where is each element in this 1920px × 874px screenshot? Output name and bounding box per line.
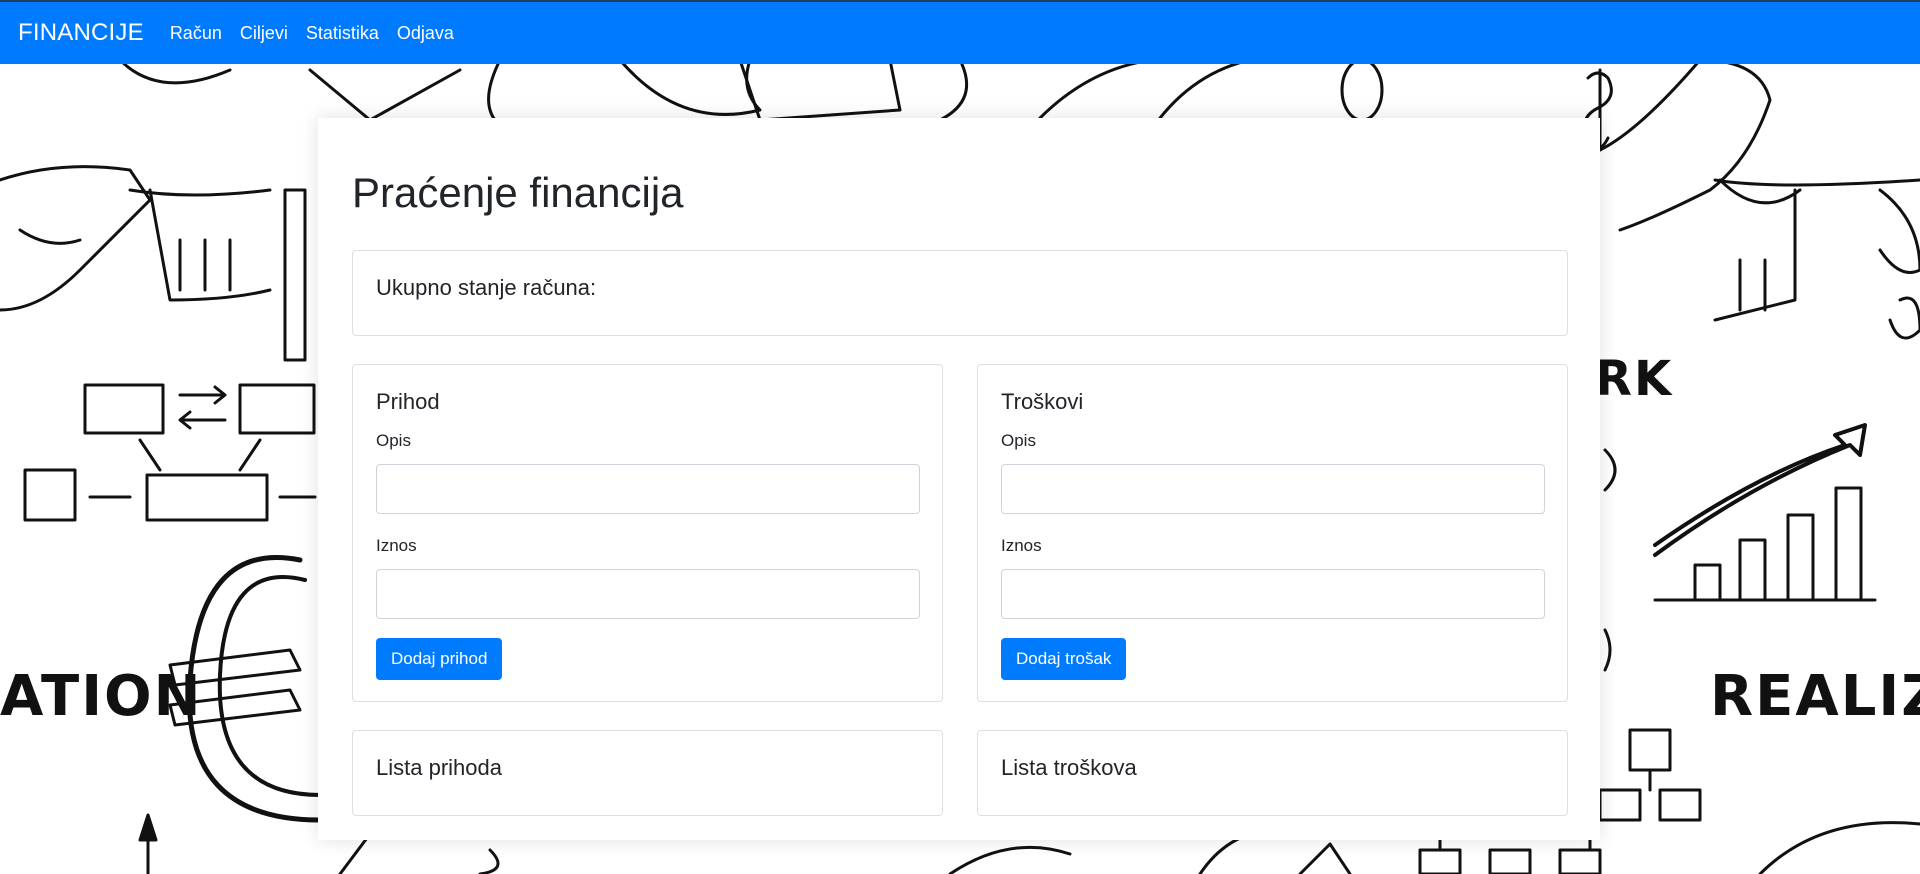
income-amount-label: Iznos bbox=[376, 536, 417, 555]
expenses-amount-input[interactable] bbox=[1001, 569, 1545, 619]
expenses-list-card: Lista troškova bbox=[977, 730, 1568, 816]
income-list-title: Lista prihoda bbox=[376, 755, 502, 780]
income-description-label: Opis bbox=[376, 431, 411, 450]
brand-link[interactable]: FINANCIJE bbox=[18, 19, 144, 47]
add-expense-button[interactable]: Dodaj trošak bbox=[1001, 638, 1127, 680]
background-word-right-top: RK bbox=[1595, 351, 1673, 407]
income-title: Prihod bbox=[376, 389, 440, 414]
background-word-right: REALIZA bbox=[1710, 664, 1920, 729]
nav-link-odjava[interactable]: Odjava bbox=[397, 23, 454, 44]
main-container: Praćenje financija Ukupno stanje računa:… bbox=[318, 118, 1600, 840]
expenses-list-title: Lista troškova bbox=[1001, 755, 1137, 780]
balance-card: Ukupno stanje računa: bbox=[352, 250, 1568, 336]
add-income-button[interactable]: Dodaj prihod bbox=[376, 638, 503, 680]
background-word-left: ATION bbox=[0, 664, 203, 729]
income-amount-input[interactable] bbox=[376, 569, 920, 619]
nav-link-ciljevi[interactable]: Ciljevi bbox=[240, 23, 288, 44]
nav-link-racun[interactable]: Račun bbox=[170, 23, 222, 44]
nav-link-statistika[interactable]: Statistika bbox=[306, 23, 379, 44]
balance-label: Ukupno stanje računa: bbox=[376, 275, 597, 300]
top-navbar: FINANCIJE Račun Ciljevi Statistika Odjav… bbox=[0, 0, 1920, 64]
expenses-amount-label: Iznos bbox=[1001, 536, 1042, 555]
income-list-card: Lista prihoda bbox=[352, 730, 943, 816]
income-description-input[interactable] bbox=[376, 464, 920, 514]
expenses-card: Troškovi Opis Iznos Dodaj trošak bbox=[977, 364, 1568, 702]
page-title: Praćenje financija bbox=[352, 169, 684, 216]
expenses-description-input[interactable] bbox=[1001, 464, 1545, 514]
expenses-title: Troškovi bbox=[1001, 389, 1084, 414]
expenses-description-label: Opis bbox=[1001, 431, 1036, 450]
income-card: Prihod Opis Iznos Dodaj prihod bbox=[352, 364, 943, 702]
